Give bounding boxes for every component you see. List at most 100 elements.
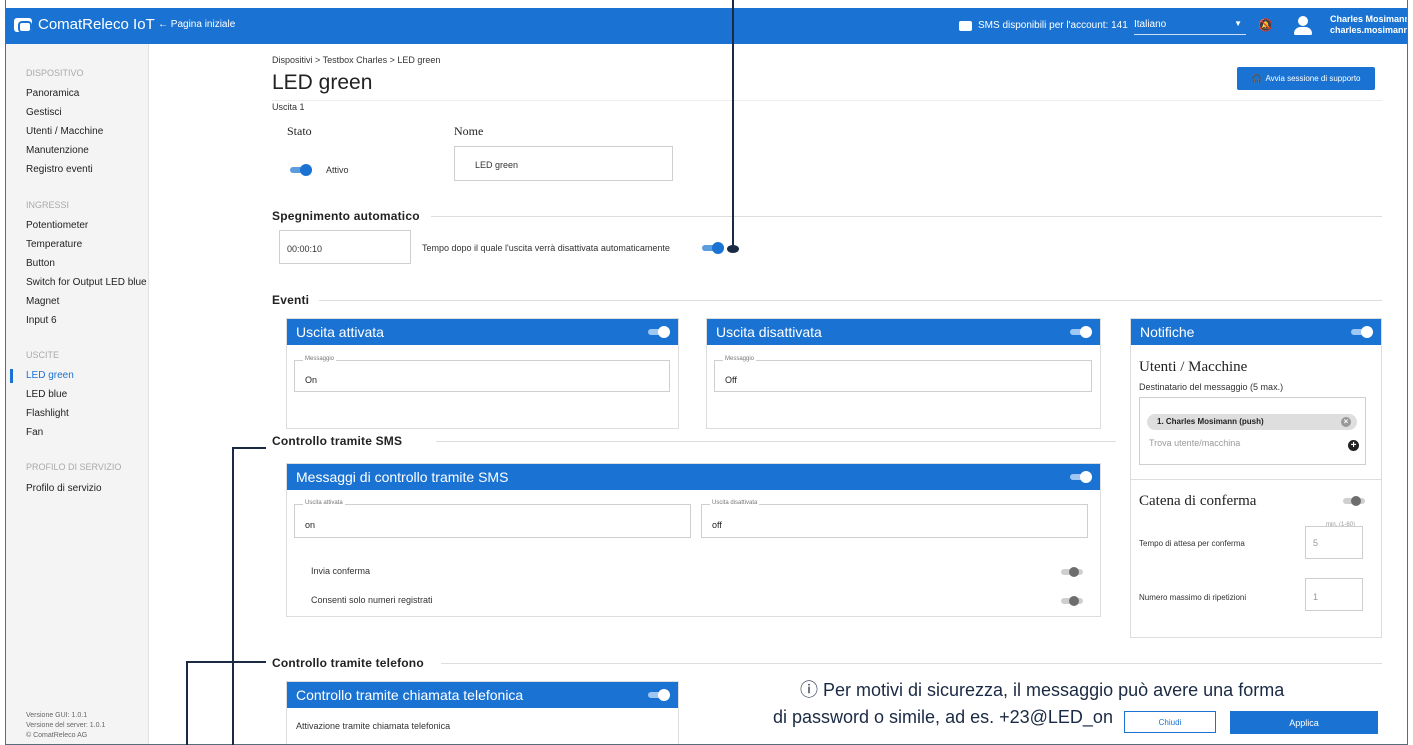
divider — [441, 663, 1382, 664]
message-icon — [959, 20, 972, 31]
app-window: ComatReleco IoT ← Pagina iniziale SMS di… — [5, 0, 1408, 745]
sms-off-field[interactable]: Uscita disattivata off — [701, 500, 1088, 538]
callout-line — [732, 0, 734, 248]
event-off-message-field[interactable]: Messaggio Off — [714, 356, 1092, 392]
sms-credit-label: SMS disponibili per l'account: 141 — [978, 20, 1128, 31]
auto-off-time-value: 00:00:10 — [287, 244, 323, 254]
user-info[interactable]: Charles Mosimann charles.mosimann — [1330, 14, 1408, 36]
breadcrumb[interactable]: Dispositivi > Testbox Charles > LED gree… — [272, 55, 440, 65]
phone-toggle[interactable] — [648, 689, 670, 701]
sidebar-item-profilo[interactable]: Profilo di servizio — [26, 483, 102, 494]
support-session-button[interactable]: 🎧 Avvia sessione di supporto — [1237, 67, 1375, 90]
wait-input[interactable]: 5 — [1305, 526, 1363, 559]
sms-credit: SMS disponibili per l'account: 141 — [959, 20, 1128, 31]
sidebar-section-ingressi: INGRESSI — [26, 200, 70, 210]
event-off-toggle[interactable] — [1070, 326, 1092, 338]
sidebar-item-panoramica[interactable]: Panoramica — [26, 88, 79, 99]
chevron-down-icon: ▼ — [1234, 19, 1242, 28]
divider — [319, 300, 1382, 301]
section-spegnimento: Spegnimento automatico — [272, 209, 420, 223]
users-title: Utenti / Macchine — [1139, 359, 1248, 375]
sidebar-item-magnet[interactable]: Magnet — [26, 296, 59, 307]
sms-confirm-toggle[interactable] — [1061, 566, 1083, 578]
callout-dot — [727, 245, 739, 253]
catena-title: Catena di conferma — [1139, 493, 1257, 509]
sidebar-item-potentiometer[interactable]: Potentiometer — [26, 220, 88, 231]
home-link[interactable]: ← Pagina iniziale — [158, 19, 235, 30]
repeat-input[interactable]: 1 — [1305, 578, 1363, 611]
support-session-label: Avvia sessione di supporto — [1265, 74, 1361, 83]
stato-toggle[interactable] — [290, 164, 312, 176]
sms-on-label: Uscita attivata — [303, 500, 345, 506]
event-card-off-title: Uscita disattivata — [716, 324, 822, 340]
event-off-message-label: Messaggio — [723, 356, 757, 362]
sidebar: DISPOSITIVO Panoramica Gestisci Utenti /… — [6, 44, 149, 744]
recipients-label: Destinatario del messaggio (5 max.) — [1139, 382, 1284, 392]
repeat-value: 1 — [1313, 592, 1319, 602]
sidebar-section-profilo: PROFILO DI SERVIZIO — [26, 462, 122, 472]
event-card-on-title: Uscita attivata — [296, 324, 384, 340]
logo-icon — [14, 17, 32, 33]
phone-card: Controllo tramite chiamata telefonica At… — [286, 681, 679, 744]
phone-activation-label: Attivazione tramite chiamata telefonica — [296, 721, 451, 731]
divider — [272, 100, 1382, 101]
auto-off-toggle[interactable] — [702, 242, 724, 254]
add-user-icon[interactable]: + — [1348, 440, 1359, 451]
app-logo[interactable]: ComatReleco IoT — [14, 16, 155, 33]
main-content: Dispositivi > Testbox Charles > LED gree… — [149, 44, 1407, 744]
user-email: charles.mosimann — [1330, 25, 1408, 35]
callout-line — [232, 447, 266, 449]
sidebar-item-fan[interactable]: Fan — [26, 427, 43, 438]
sms-on-field[interactable]: Uscita attivata on — [294, 500, 691, 538]
close-icon[interactable]: × — [1341, 417, 1351, 427]
sms-registered-toggle[interactable] — [1061, 595, 1083, 607]
auto-off-time-input[interactable]: 00:00:10 — [279, 230, 411, 264]
notifications-toggle[interactable] — [1351, 326, 1373, 338]
recipient-chip[interactable]: 1. Charles Mosimann (push) × — [1147, 414, 1357, 430]
language-select[interactable]: Italiano ▼ — [1134, 15, 1246, 35]
sms-confirm-label: Invia conferma — [311, 566, 371, 576]
callout-line — [232, 447, 234, 745]
event-on-message-field[interactable]: Messaggio On — [294, 356, 670, 392]
event-off-message-value: Off — [725, 375, 737, 385]
sidebar-item-manutenzione[interactable]: Manutenzione — [26, 145, 89, 156]
sms-toggle[interactable] — [1070, 471, 1092, 483]
sidebar-item-registro[interactable]: Registro eventi — [26, 164, 93, 175]
sidebar-item-gestisci[interactable]: Gestisci — [26, 107, 62, 118]
divider — [431, 216, 1382, 217]
annotation-line-1: ⓘ Per motivi di sicurezza, il messaggio … — [800, 680, 1285, 700]
sidebar-item-switch[interactable]: Switch for Output LED blue — [26, 277, 147, 288]
event-on-message-label: Messaggio — [303, 356, 337, 362]
sms-registered-label: Consenti solo numeri registrati — [311, 595, 433, 605]
app-name: ComatReleco IoT — [38, 16, 155, 33]
sidebar-item-flashlight[interactable]: Flashlight — [26, 408, 69, 419]
repeat-label: Numero massimo di ripetizioni — [1139, 593, 1247, 602]
sms-on-value: on — [305, 520, 316, 530]
section-telefono: Controllo tramite telefono — [272, 656, 424, 670]
sidebar-item-led-blue[interactable]: LED blue — [26, 389, 67, 400]
sidebar-item-utenti[interactable]: Utenti / Macchine — [26, 126, 103, 137]
event-on-toggle[interactable] — [648, 326, 670, 338]
sidebar-item-button[interactable]: Button — [26, 258, 55, 269]
phone-card-title: Controllo tramite chiamata telefonica — [296, 687, 524, 703]
sidebar-item-input6[interactable]: Input 6 — [26, 315, 57, 326]
annotation-line-2: di password o simile, ad es. +23@LED_on — [773, 707, 1113, 727]
sidebar-item-led-green[interactable]: LED green — [26, 370, 74, 381]
stato-value: Attivo — [326, 165, 349, 175]
name-input[interactable]: LED green — [454, 146, 673, 181]
catena-toggle[interactable] — [1343, 495, 1365, 507]
sidebar-item-temperature[interactable]: Temperature — [26, 239, 82, 250]
notifications-off-icon[interactable]: 🔕 — [1258, 18, 1273, 32]
notifications-title: Notifiche — [1140, 324, 1195, 340]
active-indicator — [10, 369, 13, 383]
name-input-value: LED green — [475, 160, 519, 170]
recipients-box[interactable]: 1. Charles Mosimann (push) × Trova utent… — [1139, 397, 1366, 465]
avatar[interactable] — [1292, 14, 1314, 36]
recipient-chip-label: 1. Charles Mosimann (push) — [1157, 417, 1264, 426]
event-card-on: Uscita attivata Messaggio On — [286, 318, 679, 429]
notifications-card: Notifiche Utenti / Macchine Destinatario… — [1130, 318, 1382, 638]
user-search-placeholder[interactable]: Trova utente/macchina — [1149, 438, 1240, 448]
section-eventi: Eventi — [272, 293, 310, 307]
language-value: Italiano — [1134, 19, 1167, 30]
headset-icon: 🎧 — [1251, 74, 1262, 83]
